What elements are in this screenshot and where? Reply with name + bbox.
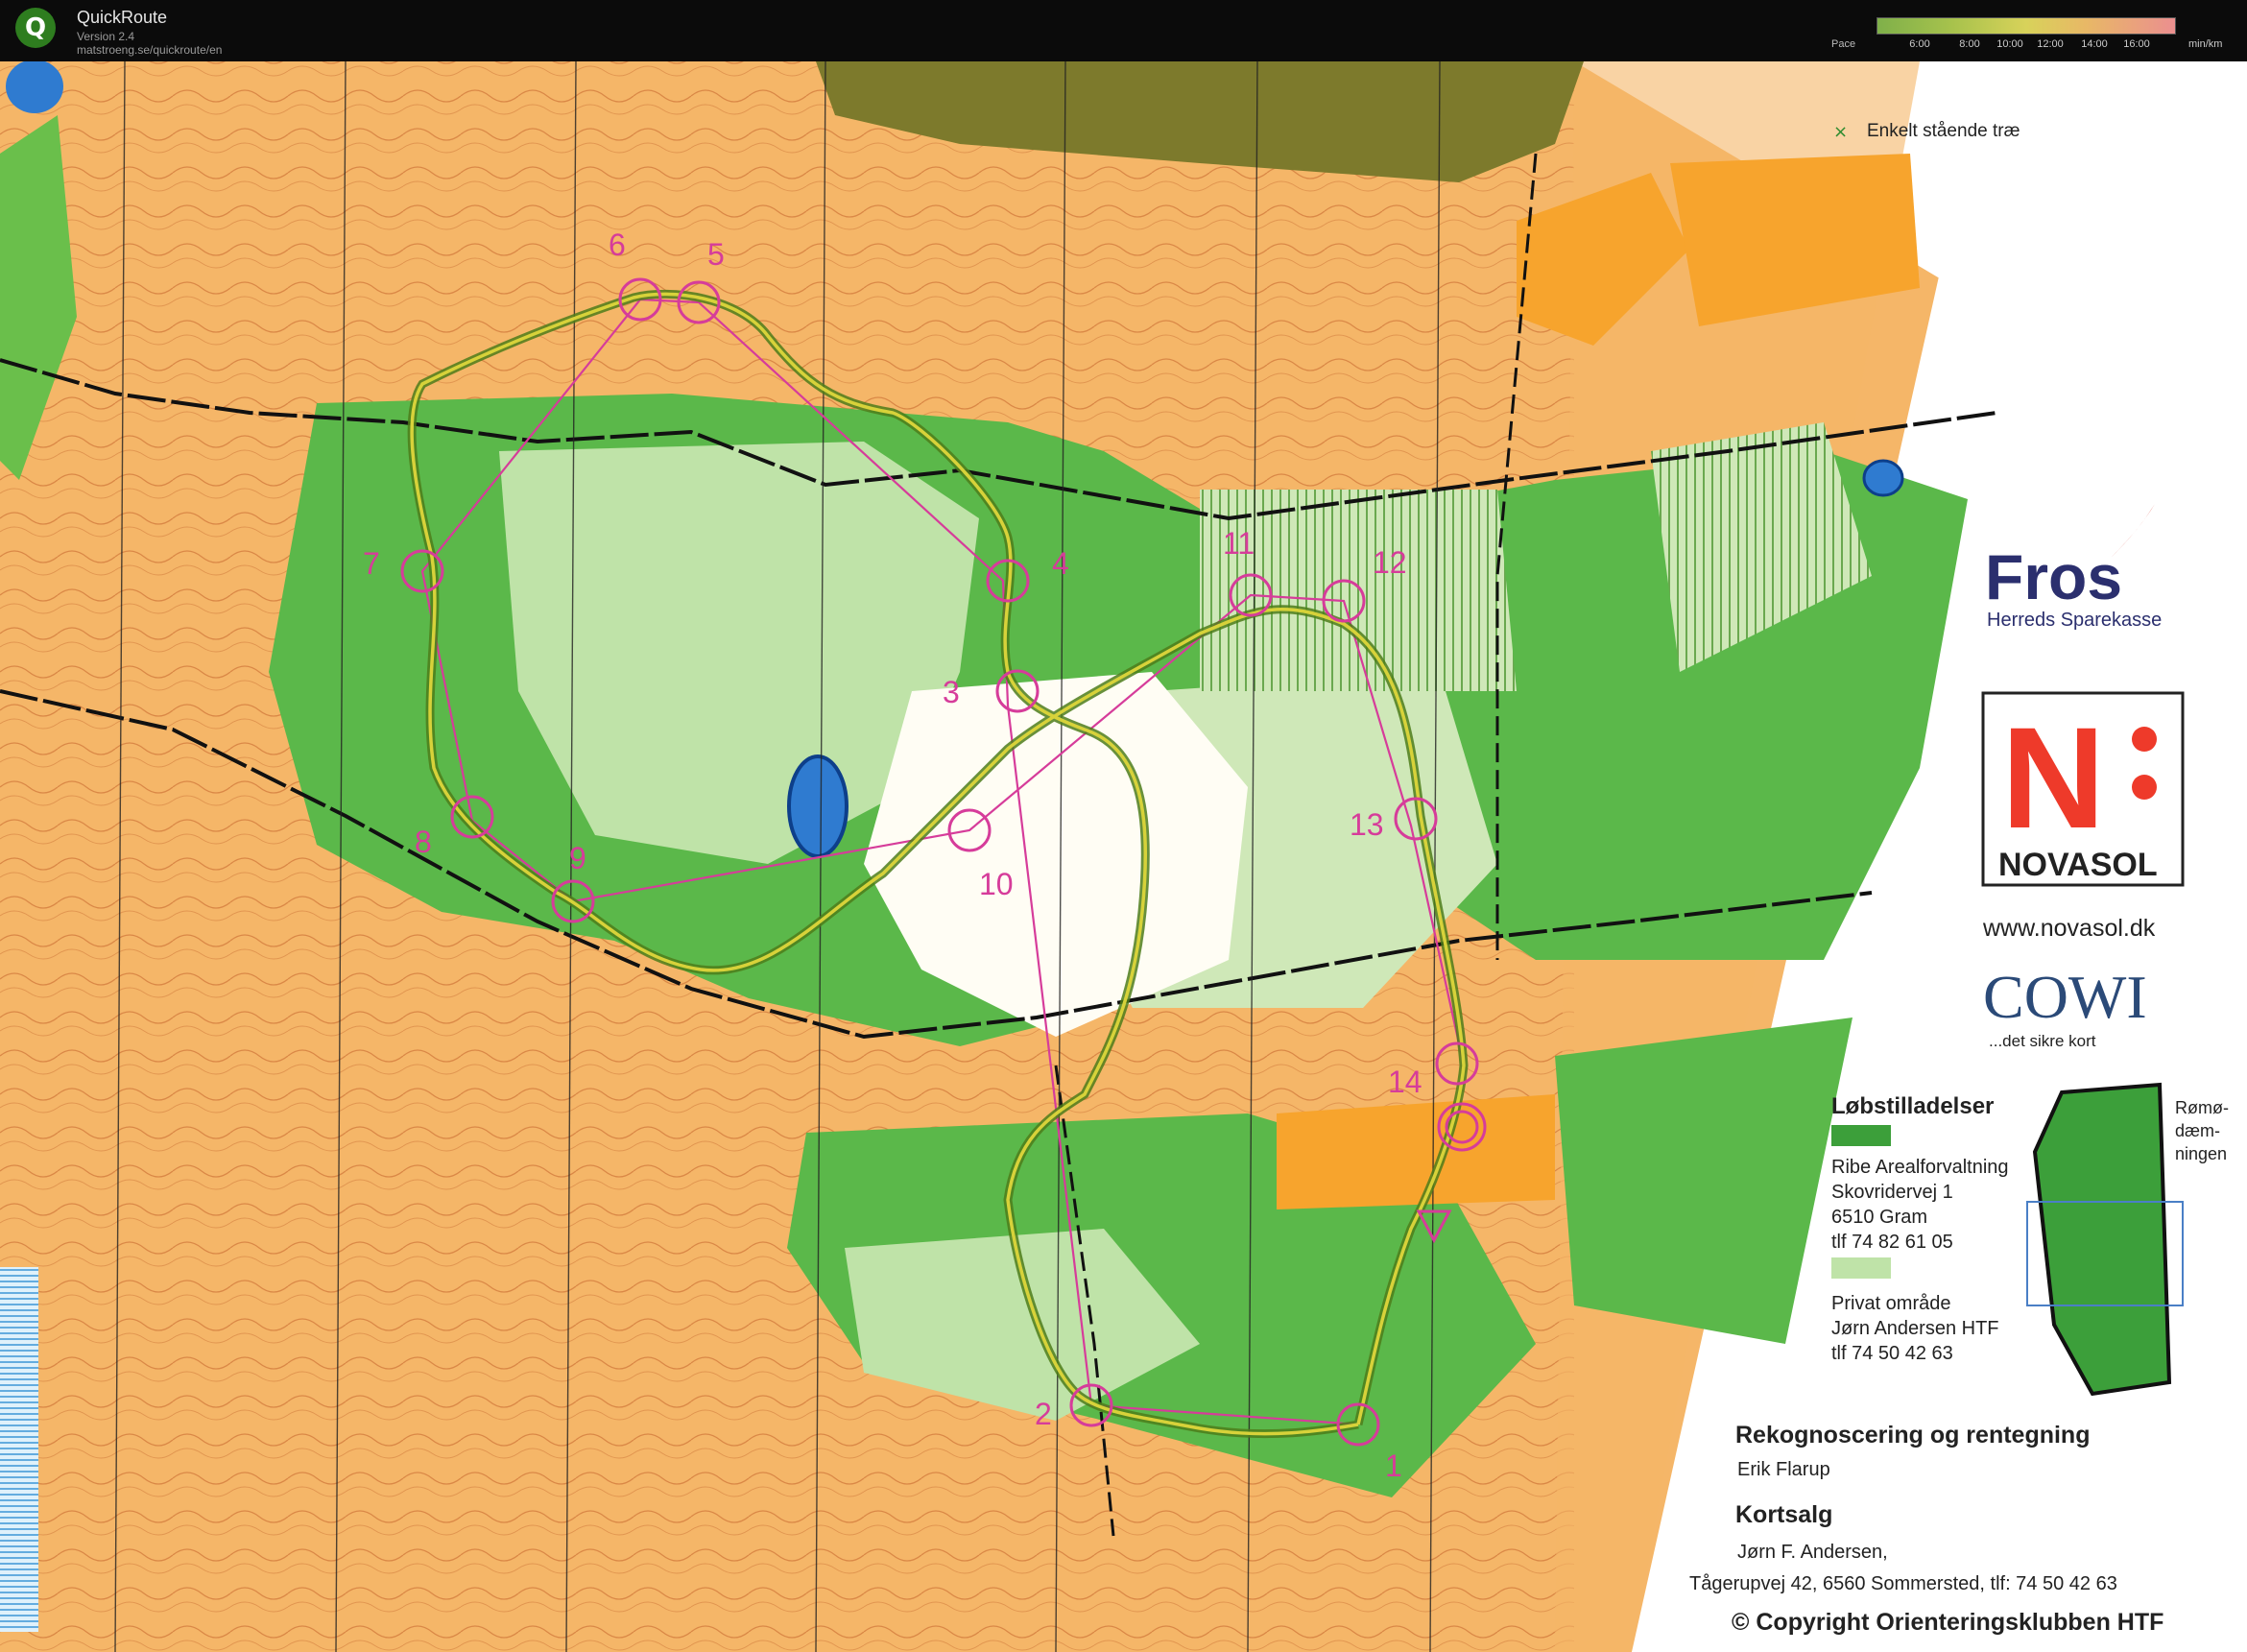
sales-line: Jørn F. Andersen,: [1737, 1542, 1888, 1563]
control-label: 1: [1385, 1448, 1402, 1483]
permit-line: 6510 Gram: [1831, 1207, 1927, 1228]
survey-title: Rekognoscering og rentegning: [1735, 1422, 2090, 1448]
control-label: 4: [1052, 546, 1069, 581]
control-label: 9: [569, 841, 586, 875]
permit-swatch-private: [1831, 1257, 1891, 1279]
pace-unit: min/km: [2188, 38, 2223, 50]
pace-tick: 10:00: [1996, 38, 2023, 50]
control-label: 7: [363, 546, 380, 581]
lake: [6, 61, 63, 113]
control-label: 13: [1350, 807, 1384, 842]
pace-tick: 8:00: [1959, 38, 1980, 50]
pace-label: Pace: [1831, 38, 1856, 50]
sales-title: Kortsalg: [1735, 1501, 1832, 1528]
permits-title: Løbstilladelser: [1831, 1093, 1994, 1119]
legend-single-tree: Enkelt stående træ: [1867, 121, 2020, 141]
quickroute-logo-icon: Q: [15, 8, 56, 48]
copyright: © Copyright Orienteringsklubben HTF: [1732, 1609, 2163, 1636]
permit-swatch-forest: [1831, 1125, 1891, 1146]
sponsor-fros-subtitle: Herreds Sparekasse: [1987, 610, 2162, 631]
inset-label: Rømø-: [2175, 1098, 2229, 1117]
inset-label: dæm-: [2175, 1121, 2220, 1140]
permit-line: Jørn Andersen HTF: [1831, 1318, 1999, 1339]
novasol-dot-icon: [2132, 775, 2157, 800]
novasol-url: www.novasol.dk: [1982, 915, 2156, 942]
fields-hatched: [1200, 490, 1517, 691]
pace-tick: 16:00: [2123, 38, 2150, 50]
control-label: 6: [609, 227, 626, 262]
permit-line: Privat område: [1831, 1293, 1951, 1314]
sales-line: Tågerupvej 42, 6560 Sommersted, tlf: 74 …: [1689, 1573, 2117, 1594]
control-label: 5: [707, 237, 725, 272]
cowi-logo: COWI: [1983, 963, 2147, 1031]
survey-name: Erik Flarup: [1737, 1459, 1830, 1480]
pace-tick: 6:00: [1909, 38, 1930, 50]
control-label: 10: [979, 867, 1014, 901]
pace-color-scale: [1876, 17, 2176, 35]
tree-symbol-icon: ×: [1833, 122, 1848, 142]
permit-line: Ribe Arealforvaltning: [1831, 1157, 2009, 1178]
novasol-name: NOVASOL: [1998, 847, 2158, 883]
permit-line: tlf 74 82 61 05: [1831, 1232, 1953, 1253]
marsh: [0, 1267, 38, 1632]
control-label: 3: [943, 675, 960, 709]
app-version: Version 2.4: [77, 30, 135, 43]
inset-label: ningen: [2175, 1144, 2227, 1163]
control-label: 8: [415, 825, 432, 859]
control-label: 11: [1223, 526, 1255, 561]
control-label: 2: [1035, 1397, 1052, 1431]
control-label: 12: [1373, 545, 1407, 580]
app-name: QuickRoute: [77, 8, 168, 27]
sponsor-fros: Fros: [1985, 541, 2122, 612]
app-url[interactable]: matstroeng.se/quickroute/en: [77, 43, 222, 57]
cowi-tagline: ...det sikre kort: [1989, 1032, 2096, 1050]
orienteering-map[interactable]: 1 2 3 4 5 6 7 8 9 10 11 12 13 14 × Enkel…: [0, 61, 2247, 1652]
pace-tick: 14:00: [2081, 38, 2108, 50]
permit-line: tlf 74 50 42 63: [1831, 1343, 1953, 1364]
title-bar: Q QuickRoute Version 2.4 matstroeng.se/q…: [0, 0, 2247, 61]
novasol-dot-icon: [2132, 727, 2157, 752]
control-label: 14: [1388, 1065, 1422, 1099]
pond: [787, 754, 849, 858]
permit-line: Skovridervej 1: [1831, 1182, 1953, 1203]
pace-tick: 12:00: [2037, 38, 2064, 50]
pond: [1862, 459, 1904, 497]
novasol-n-icon: N: [2001, 697, 2105, 858]
orange-field: [1277, 1094, 1555, 1209]
